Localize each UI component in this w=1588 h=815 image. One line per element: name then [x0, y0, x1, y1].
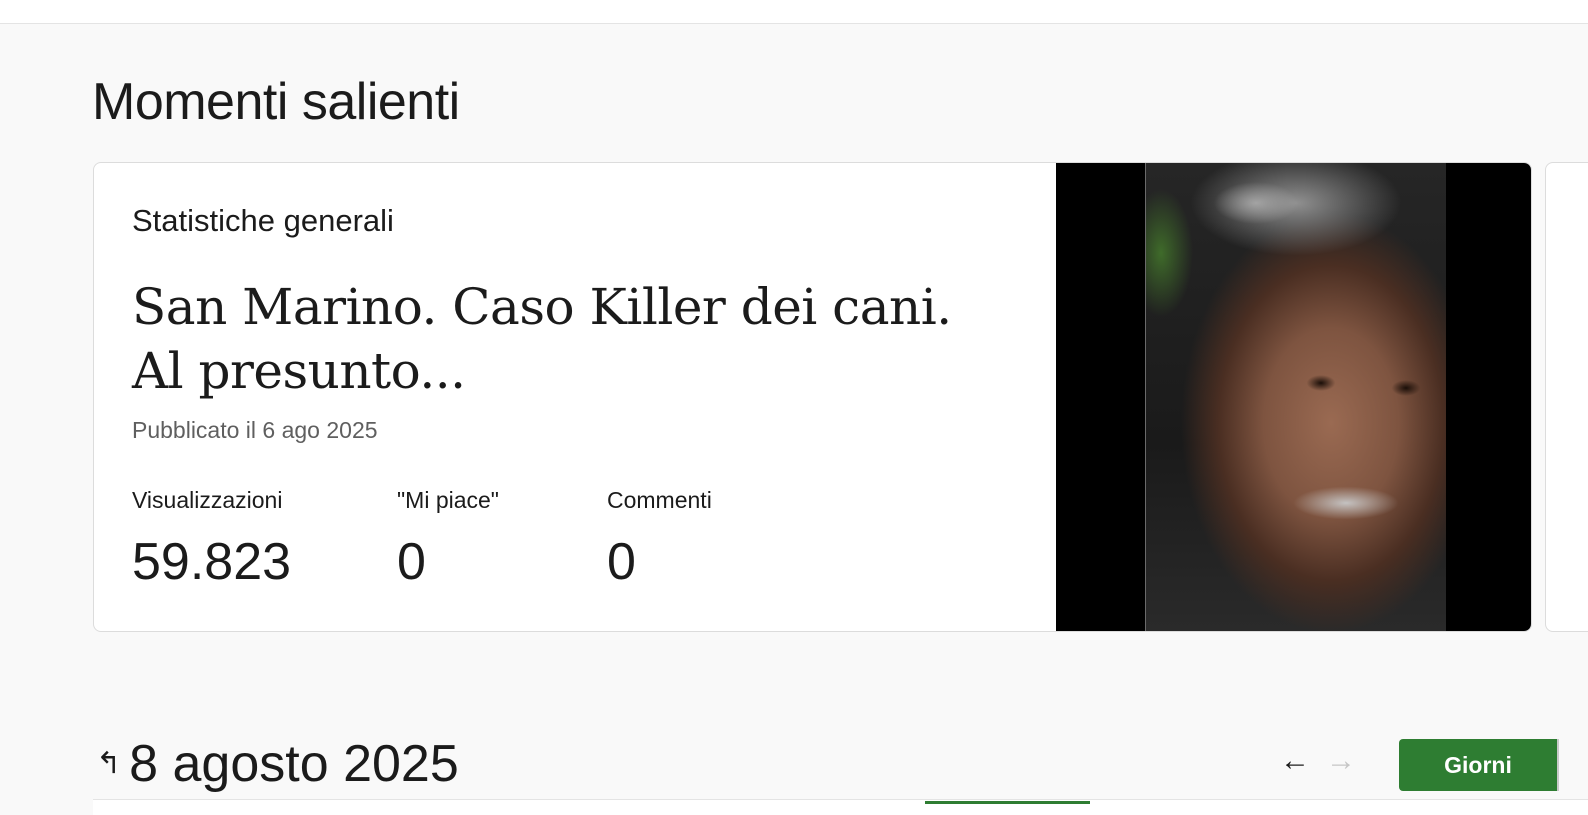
active-tab-indicator [925, 801, 1090, 804]
highlight-card[interactable]: Statistiche generali San Marino. Caso Ki… [93, 162, 1532, 632]
stat-likes: "Mi piace" 0 [397, 487, 499, 592]
post-thumbnail[interactable] [1056, 163, 1531, 631]
stat-likes-label: "Mi piace" [397, 487, 499, 513]
stat-views: Visualizzazioni 59.823 [132, 487, 291, 592]
next-highlight-card[interactable] [1545, 162, 1588, 632]
stat-comments-value: 0 [607, 533, 636, 591]
portrait-photo [1145, 163, 1446, 631]
period-days-button[interactable]: Giorni [1399, 739, 1557, 791]
next-arrow-icon: → [1326, 744, 1356, 777]
stat-likes-value: 0 [397, 533, 426, 591]
back-up-icon[interactable]: ↰ [96, 744, 121, 784]
post-title[interactable]: San Marino. Caso Killer dei cani. Al pre… [132, 275, 952, 403]
current-date: 8 agosto 2025 [129, 735, 459, 793]
date-heading: ↰ 8 agosto 2025 [96, 734, 459, 794]
previous-arrow-icon[interactable]: ← [1280, 744, 1310, 778]
chart-area-top [93, 799, 1588, 815]
stat-comments-label: Commenti [607, 487, 712, 513]
stat-comments: Commenti 0 [607, 487, 712, 592]
card-label: Statistiche generali [132, 203, 394, 238]
stat-views-label: Visualizzazioni [132, 487, 283, 513]
top-bar [0, 0, 1588, 24]
section-title: Momenti salienti [92, 73, 460, 131]
stat-views-value: 59.823 [132, 533, 292, 591]
post-published-date: Pubblicato il 6 ago 2025 [132, 417, 378, 443]
period-divider [1557, 739, 1559, 791]
